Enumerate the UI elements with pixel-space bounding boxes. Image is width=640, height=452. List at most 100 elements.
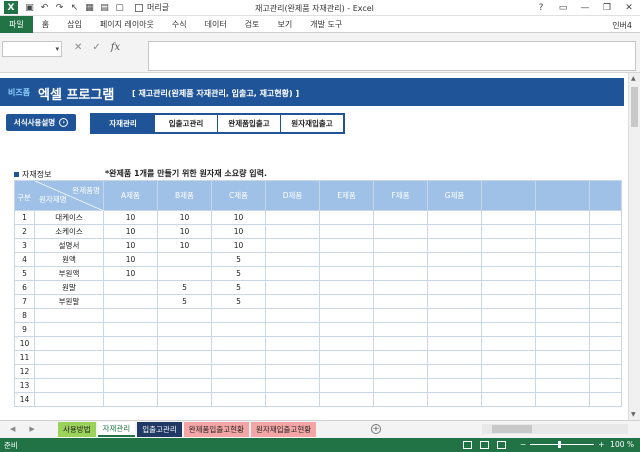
material-name-cell[interactable]: [34, 364, 104, 379]
row-number-cell[interactable]: 7: [14, 294, 35, 309]
quantity-cell[interactable]: 10: [103, 224, 158, 239]
quantity-cell[interactable]: 10: [211, 238, 266, 253]
page-layout-view-icon[interactable]: [480, 441, 489, 449]
nav-product-inout-button[interactable]: 완제품입출고: [218, 115, 280, 132]
quantity-cell[interactable]: [589, 350, 622, 365]
column-header[interactable]: C제품: [211, 180, 266, 211]
row-number-cell[interactable]: 13: [14, 378, 35, 393]
quantity-cell[interactable]: 10: [211, 224, 266, 239]
quantity-cell[interactable]: [319, 252, 374, 267]
quantity-cell[interactable]: [157, 266, 212, 281]
quantity-cell[interactable]: [373, 336, 428, 351]
enter-icon[interactable]: ✓: [92, 42, 100, 53]
quantity-cell[interactable]: [265, 266, 320, 281]
tab-page-layout[interactable]: 페이지 레이아웃: [91, 19, 163, 30]
quantity-cell[interactable]: [481, 392, 536, 407]
quantity-cell[interactable]: [427, 238, 482, 253]
quantity-cell[interactable]: [265, 392, 320, 407]
column-header[interactable]: [481, 180, 536, 211]
zoom-slider-thumb[interactable]: [558, 441, 562, 448]
row-number-cell[interactable]: 5: [14, 266, 35, 281]
quantity-cell[interactable]: [427, 280, 482, 295]
quantity-cell[interactable]: [373, 294, 428, 309]
quantity-cell[interactable]: [427, 350, 482, 365]
quantity-cell[interactable]: 10: [157, 224, 212, 239]
material-name-cell[interactable]: [34, 336, 104, 351]
quantity-cell[interactable]: [319, 336, 374, 351]
quantity-cell[interactable]: [535, 392, 590, 407]
quantity-cell[interactable]: [481, 224, 536, 239]
quantity-cell[interactable]: [103, 280, 158, 295]
quantity-cell[interactable]: [427, 392, 482, 407]
quantity-cell[interactable]: [481, 294, 536, 309]
quantity-cell[interactable]: [589, 238, 622, 253]
material-name-cell[interactable]: 설명서: [34, 238, 104, 253]
quantity-cell[interactable]: 10: [157, 238, 212, 253]
quantity-cell[interactable]: 10: [211, 210, 266, 225]
quantity-cell[interactable]: [103, 336, 158, 351]
quantity-cell[interactable]: [535, 280, 590, 295]
row-number-cell[interactable]: 1: [14, 210, 35, 225]
quantity-cell[interactable]: [265, 336, 320, 351]
tab-insert[interactable]: 삽입: [58, 19, 91, 30]
tab-prev-icon[interactable]: ◀: [10, 425, 15, 433]
quantity-cell[interactable]: [103, 364, 158, 379]
formula-input[interactable]: [148, 41, 636, 71]
quantity-cell[interactable]: [535, 308, 590, 323]
worksheet[interactable]: 비즈폼 엑셀 프로그램 [ 재고관리(완제품 자재관리, 입출고, 재고현황) …: [0, 73, 628, 420]
quantity-cell[interactable]: 5: [211, 252, 266, 267]
quantity-cell[interactable]: [373, 224, 428, 239]
sheet-tab[interactable]: 원자재입출고현황: [250, 422, 317, 437]
quantity-cell[interactable]: [373, 308, 428, 323]
tab-file[interactable]: 파일: [0, 15, 33, 33]
quantity-cell[interactable]: [427, 224, 482, 239]
quantity-cell[interactable]: [211, 322, 266, 337]
column-header[interactable]: G제품: [427, 180, 482, 211]
material-name-cell[interactable]: [34, 308, 104, 323]
ribbon-display-icon[interactable]: ▭: [552, 0, 574, 16]
row-number-cell[interactable]: 4: [14, 252, 35, 267]
table-icon[interactable]: ▤: [99, 2, 110, 13]
quantity-cell[interactable]: 5: [211, 294, 266, 309]
row-number-cell[interactable]: 10: [14, 336, 35, 351]
quantity-cell[interactable]: [481, 322, 536, 337]
quantity-cell[interactable]: 5: [157, 280, 212, 295]
zoom-percent[interactable]: 100 %: [610, 440, 634, 449]
quantity-cell[interactable]: 10: [103, 210, 158, 225]
undo-icon[interactable]: ↶: [39, 2, 50, 13]
quantity-cell[interactable]: [427, 322, 482, 337]
quantity-cell[interactable]: 10: [103, 266, 158, 281]
zoom-out-icon[interactable]: −: [520, 440, 526, 449]
quantity-cell[interactable]: [319, 210, 374, 225]
quantity-cell[interactable]: [319, 364, 374, 379]
quantity-cell[interactable]: [373, 378, 428, 393]
quantity-cell[interactable]: 5: [211, 280, 266, 295]
column-header[interactable]: F제품: [373, 180, 428, 211]
redo-icon[interactable]: ↷: [54, 2, 65, 13]
quantity-cell[interactable]: [535, 266, 590, 281]
quantity-cell[interactable]: [211, 378, 266, 393]
quantity-cell[interactable]: [535, 252, 590, 267]
quantity-cell[interactable]: [319, 280, 374, 295]
quantity-cell[interactable]: [265, 322, 320, 337]
quantity-cell[interactable]: [103, 294, 158, 309]
quantity-cell[interactable]: [265, 210, 320, 225]
save-icon[interactable]: ▣: [24, 2, 35, 13]
row-number-cell[interactable]: 11: [14, 350, 35, 365]
quantity-cell[interactable]: 5: [157, 294, 212, 309]
quantity-cell[interactable]: [265, 238, 320, 253]
quantity-cell[interactable]: [319, 266, 374, 281]
row-number-cell[interactable]: 6: [14, 280, 35, 295]
quantity-cell[interactable]: [589, 364, 622, 379]
hscroll-thumb[interactable]: [492, 425, 532, 433]
vertical-scrollbar[interactable]: ▲ ▼: [628, 73, 640, 420]
quantity-cell[interactable]: [211, 350, 266, 365]
quantity-cell[interactable]: [535, 210, 590, 225]
page-break-view-icon[interactable]: [497, 441, 506, 449]
header-checkbox[interactable]: [135, 3, 143, 12]
name-box[interactable]: ▾: [2, 41, 62, 57]
row-number-cell[interactable]: 3: [14, 238, 35, 253]
tab-view[interactable]: 보기: [268, 19, 301, 30]
quantity-cell[interactable]: [265, 350, 320, 365]
quantity-cell[interactable]: [481, 308, 536, 323]
